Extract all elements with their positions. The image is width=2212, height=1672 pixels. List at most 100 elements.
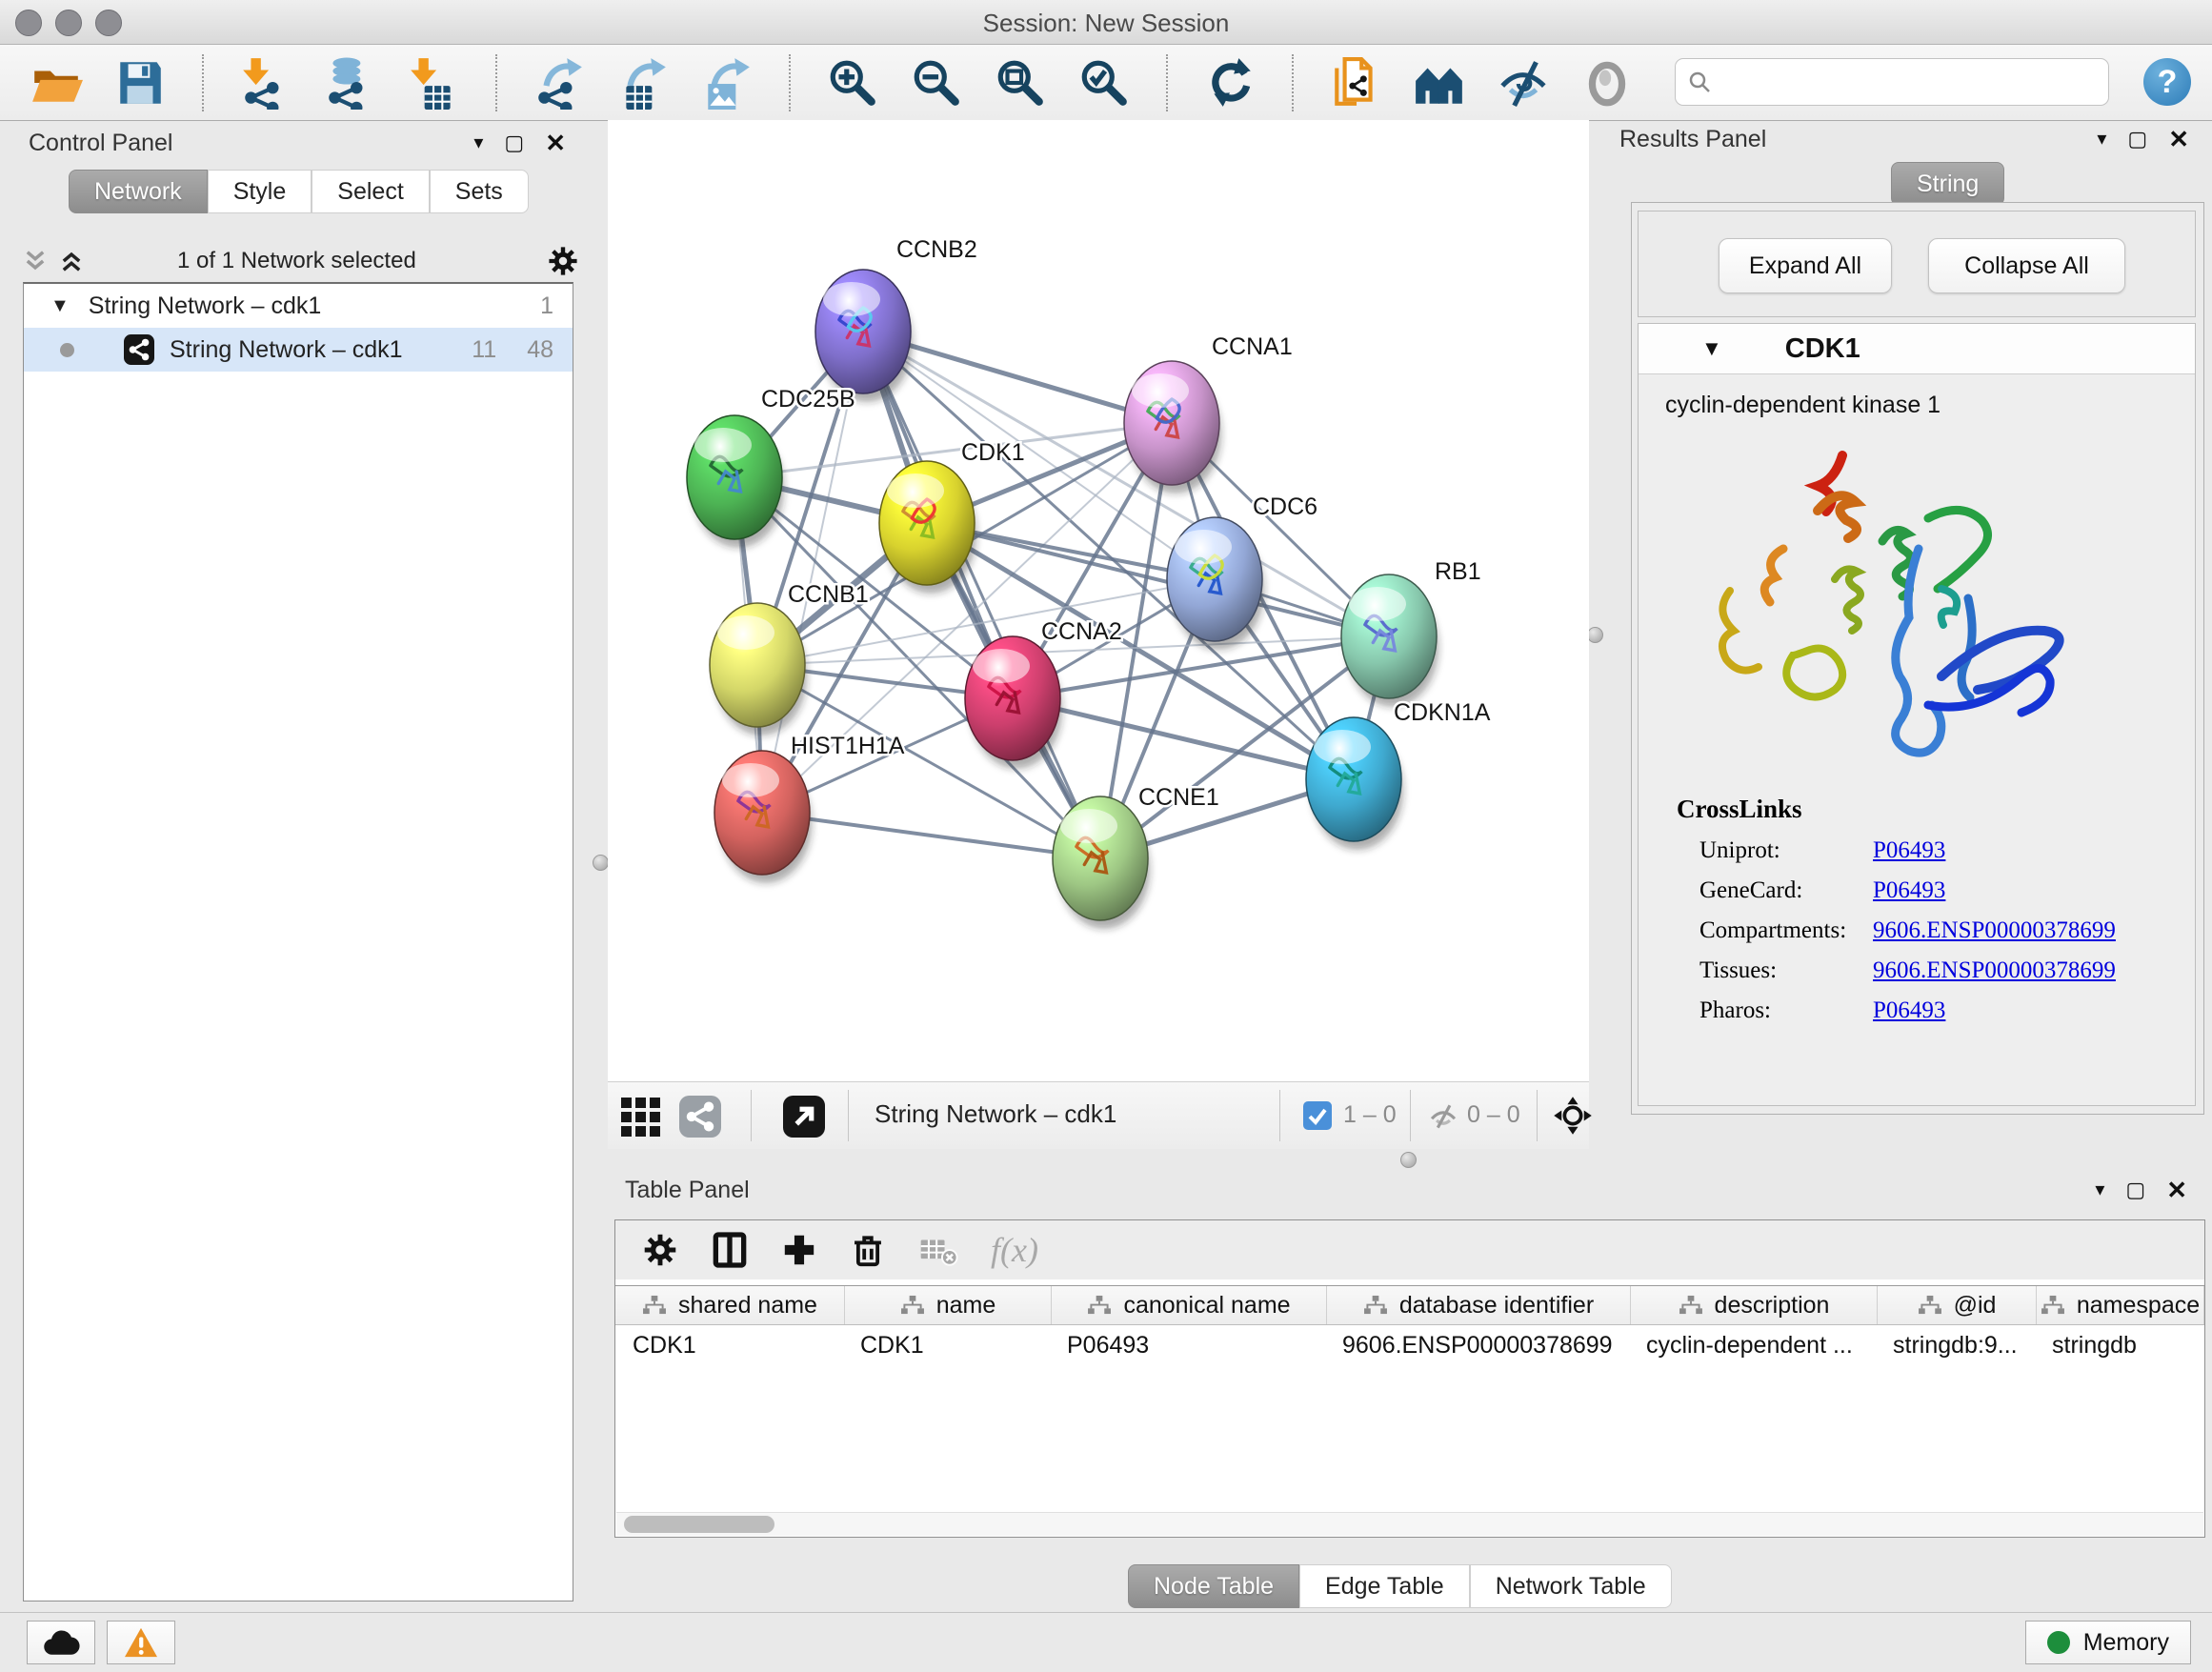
collapse-triangle-icon[interactable]: ▼ (1701, 336, 1722, 361)
table-horizontal-scrollbar[interactable] (616, 1512, 2203, 1536)
column-header-canonical-name[interactable]: canonical name (1052, 1286, 1327, 1324)
horizontal-splitter-handle[interactable] (1400, 1152, 1417, 1168)
zoom-selected-button[interactable] (1076, 55, 1132, 111)
network-node[interactable] (879, 461, 976, 594)
tab-edge-table[interactable]: Edge Table (1299, 1564, 1470, 1608)
network-canvas[interactable]: CCNB2CCNA1CDC25BCDK1CDC6RB1CCNB1CCNA2CDK… (608, 120, 1589, 1081)
save-session-button[interactable] (112, 55, 168, 111)
network-node[interactable] (1306, 717, 1403, 850)
export-table-button[interactable] (615, 55, 671, 111)
zoom-out-button[interactable] (909, 55, 964, 111)
import-table-file-button[interactable] (406, 55, 461, 111)
hide-selected-button[interactable] (1496, 55, 1551, 111)
column-header-label: canonical name (1123, 1292, 1290, 1319)
import-network-database-button[interactable] (322, 55, 377, 111)
float-panel-icon[interactable]: ▢ (2125, 1179, 2145, 1200)
crosslink-link[interactable]: 9606.ENSP00000378699 (1873, 957, 2116, 984)
crosslink-link[interactable]: P06493 (1873, 837, 1945, 864)
table-row[interactable]: CDK1CDK1P064939606.ENSP00000378699cyclin… (615, 1325, 2204, 1365)
close-panel-icon[interactable]: ✕ (2166, 1178, 2187, 1202)
panel-menu-icon[interactable]: ▾ (2097, 130, 2106, 149)
tab-style[interactable]: Style (208, 170, 312, 213)
collapse-triangle-icon[interactable]: ▼ (50, 295, 70, 317)
column-header-namespace[interactable]: namespace (2037, 1286, 2204, 1324)
search-box[interactable] (1675, 58, 2109, 106)
tab-sets[interactable]: Sets (430, 170, 529, 213)
gear-icon[interactable] (547, 245, 579, 277)
network-node[interactable] (1053, 796, 1150, 929)
expand-all-button[interactable]: Expand All (1719, 238, 1892, 293)
node-result-header[interactable]: ▼ CDK1 (1639, 324, 2195, 374)
table-settings-gear-icon[interactable] (642, 1232, 678, 1268)
open-session-button[interactable] (29, 55, 84, 111)
add-column-icon[interactable] (781, 1232, 817, 1268)
network-view-type-icon[interactable] (679, 1096, 721, 1138)
tab-select[interactable]: Select (312, 170, 429, 213)
tab-network-table[interactable]: Network Table (1470, 1564, 1672, 1608)
network-node[interactable] (1124, 361, 1221, 494)
table-cell[interactable]: stringdb:9... (1878, 1325, 2037, 1365)
zoom-fit-button[interactable] (993, 55, 1048, 111)
warnings-button[interactable] (107, 1621, 175, 1664)
network-node[interactable] (687, 415, 784, 548)
column-header-shared-name[interactable]: shared name (615, 1286, 845, 1324)
collapse-all-button[interactable]: Collapse All (1928, 238, 2125, 293)
close-panel-icon[interactable]: ✕ (545, 131, 566, 155)
scrollbar-thumb[interactable] (624, 1516, 774, 1533)
show-all-button[interactable] (1579, 55, 1635, 111)
memory-button[interactable]: Memory (2025, 1621, 2191, 1664)
import-network-file-button[interactable] (238, 55, 293, 111)
crosslink-link[interactable]: P06493 (1873, 997, 1945, 1024)
selected-checkbox-icon[interactable] (1303, 1101, 1332, 1130)
crosslink-link[interactable]: 9606.ENSP00000378699 (1873, 917, 2116, 944)
float-panel-icon[interactable]: ▢ (504, 132, 524, 153)
column-header--id[interactable]: @id (1878, 1286, 2037, 1324)
table-cell[interactable]: cyclin-dependent ... (1631, 1325, 1878, 1365)
fit-selected-crosshair-icon[interactable] (1553, 1096, 1593, 1136)
column-header-name[interactable]: name (845, 1286, 1052, 1324)
zoom-in-button[interactable] (825, 55, 880, 111)
first-neighbors-button[interactable] (1412, 55, 1467, 111)
network-edge[interactable] (1013, 698, 1354, 779)
table-cell[interactable]: P06493 (1052, 1325, 1327, 1365)
network-node[interactable] (714, 751, 812, 883)
cloud-status-button[interactable] (27, 1621, 95, 1664)
detach-view-icon[interactable] (783, 1096, 825, 1138)
expand-all-icon[interactable] (57, 248, 86, 274)
help-button[interactable]: ? (2143, 58, 2191, 106)
float-panel-icon[interactable]: ▢ (2127, 129, 2147, 150)
tab-string[interactable]: String (1891, 162, 2004, 206)
network-node[interactable] (1341, 574, 1438, 707)
tab-node-table[interactable]: Node Table (1128, 1564, 1299, 1608)
search-input[interactable] (1721, 68, 2097, 96)
table-cell[interactable]: 9606.ENSP00000378699 (1327, 1325, 1631, 1365)
table-cell[interactable]: stringdb (2037, 1325, 2204, 1365)
zoom-in-icon (826, 56, 879, 110)
tab-network[interactable]: Network (69, 170, 208, 213)
network-node[interactable] (815, 270, 913, 402)
column-header-description[interactable]: description (1631, 1286, 1878, 1324)
panel-menu-icon[interactable]: ▾ (2095, 1180, 2104, 1199)
network-edge[interactable] (762, 813, 1100, 858)
export-network-button[interactable] (532, 55, 587, 111)
new-network-from-selection-button[interactable] (1328, 55, 1383, 111)
grid-view-icon[interactable] (619, 1094, 665, 1139)
refresh-view-button[interactable] (1202, 55, 1257, 111)
network-edge[interactable] (863, 332, 1100, 858)
network-node[interactable] (1167, 517, 1264, 650)
network-node[interactable] (965, 636, 1062, 769)
delete-column-trash-icon[interactable] (850, 1232, 886, 1268)
table-cell[interactable]: CDK1 (845, 1325, 1052, 1365)
show-columns-icon[interactable] (711, 1231, 749, 1269)
collapse-all-icon[interactable] (21, 248, 50, 274)
panel-menu-icon[interactable]: ▾ (473, 133, 483, 152)
close-panel-icon[interactable]: ✕ (2168, 127, 2189, 151)
crosslink-link[interactable]: P06493 (1873, 877, 1945, 904)
column-header-database-identifier[interactable]: database identifier (1327, 1286, 1631, 1324)
network-collection-row[interactable]: ▼ String Network – cdk1 1 (24, 284, 573, 328)
left-splitter-handle[interactable] (593, 855, 609, 871)
export-image-button[interactable] (699, 55, 754, 111)
network-item-row[interactable]: String Network – cdk1 11 48 (24, 328, 573, 372)
network-node[interactable] (710, 603, 807, 735)
table-cell[interactable]: CDK1 (615, 1325, 845, 1365)
